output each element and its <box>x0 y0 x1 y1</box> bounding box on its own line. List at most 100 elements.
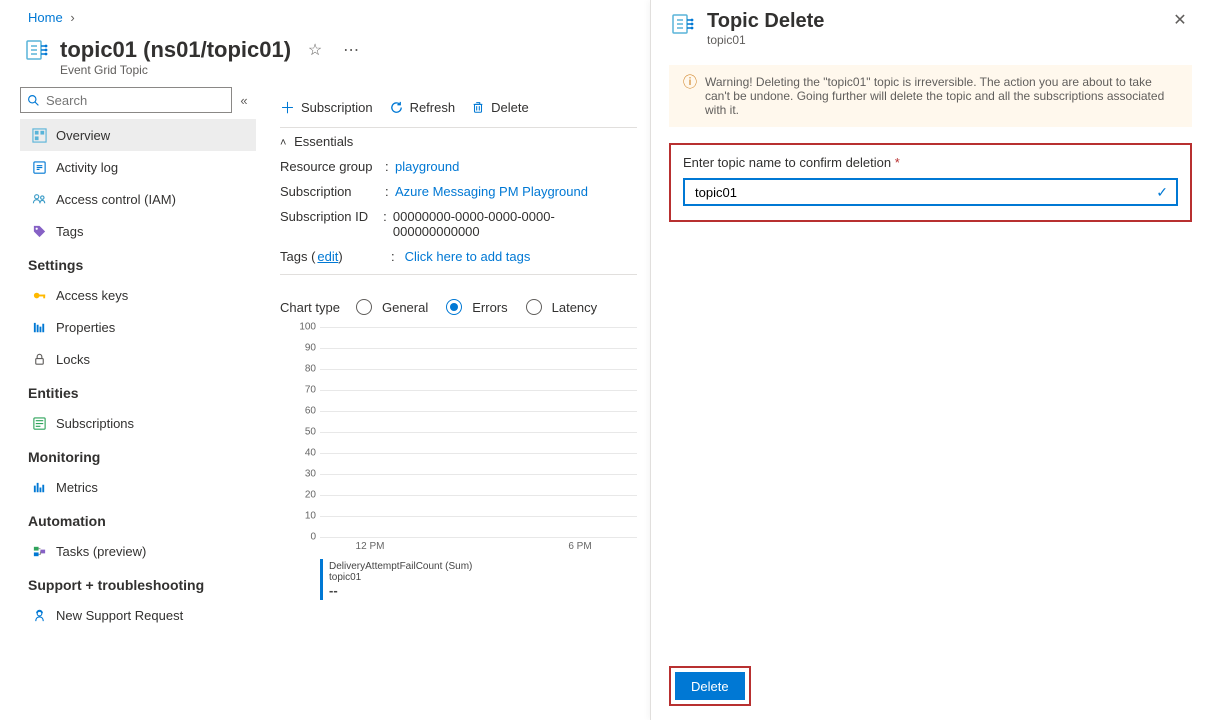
delete-button[interactable]: Delete <box>471 100 529 115</box>
sidebar-group-support: Support + troubleshooting <box>20 567 256 599</box>
chart: 0102030405060708090100 12 PM 6 PM Delive… <box>280 327 637 567</box>
tags-label: Tags <box>280 249 307 264</box>
essentials-label: Essentials <box>294 134 353 149</box>
refresh-button[interactable]: Refresh <box>389 100 456 115</box>
search-icon <box>27 94 40 107</box>
chart-gridline <box>320 327 637 328</box>
confirm-input-wrapper[interactable]: ✓ <box>683 178 1178 206</box>
collapse-sidebar-button[interactable]: « <box>232 93 256 108</box>
y-tick: 50 <box>280 427 316 438</box>
legend-series: DeliveryAttemptFailCount (Sum) <box>329 561 631 572</box>
sidebar-item-locks[interactable]: Locks <box>20 343 256 375</box>
tags-add-link[interactable]: Click here to add tags <box>405 249 531 264</box>
properties-icon <box>28 320 50 335</box>
sidebar-item-tasks[interactable]: Tasks (preview) <box>20 535 256 567</box>
chart-gridline <box>320 390 637 391</box>
close-button[interactable]: ✕ <box>1168 10 1192 30</box>
kv-label: Subscription ID <box>280 209 383 239</box>
chart-radio-general[interactable] <box>356 299 372 315</box>
sidebar-item-metrics[interactable]: Metrics <box>20 471 256 503</box>
chart-gridline <box>320 369 637 370</box>
y-tick: 80 <box>280 364 316 375</box>
page-title: topic01 (ns01/topic01) <box>60 37 291 63</box>
chevron-up-icon: ˄ <box>280 137 290 149</box>
warning-icon: ⓘ <box>683 75 697 117</box>
subscription-button[interactable]: ＋ Subscription <box>280 97 373 118</box>
topic-delete-panel: Topic Delete topic01 ✕ ⓘ Warning! Deleti… <box>650 0 1210 720</box>
chart-gridline <box>320 474 637 475</box>
chart-radio-errors[interactable] <box>446 299 462 315</box>
sidebar-item-label: Tags <box>50 224 83 239</box>
chart-gridline <box>320 432 637 433</box>
confirm-delete-button[interactable]: Delete <box>675 672 745 700</box>
metrics-icon <box>28 480 50 495</box>
kv-subscription-id: Subscription ID : 00000000-0000-0000-000… <box>280 199 637 239</box>
y-tick: 100 <box>280 322 316 333</box>
required-indicator: * <box>895 155 900 170</box>
more-button[interactable]: ⋯ <box>339 38 363 62</box>
breadcrumb-home[interactable]: Home <box>28 10 63 25</box>
sidebar-item-subscriptions[interactable]: Subscriptions <box>20 407 256 439</box>
search-input[interactable] <box>40 89 225 111</box>
y-tick: 30 <box>280 469 316 480</box>
x-tick: 12 PM <box>356 541 385 552</box>
x-tick: 6 PM <box>568 541 591 552</box>
sidebar-item-tags[interactable]: Tags <box>20 215 256 247</box>
access-control-icon <box>28 192 50 207</box>
legend-value: -- <box>329 583 631 598</box>
chart-gridline <box>320 516 637 517</box>
sidebar-item-label: Subscriptions <box>50 416 134 431</box>
activity-log-icon <box>28 160 50 175</box>
sidebar-item-overview[interactable]: Overview <box>20 119 256 151</box>
panel-title: Topic Delete <box>707 10 1168 33</box>
toolbar-label: Delete <box>491 100 529 115</box>
kv-resource-group: Resource group : playground <box>280 149 637 174</box>
y-tick: 90 <box>280 343 316 354</box>
subscription-link[interactable]: Azure Messaging PM Playground <box>395 184 588 199</box>
toolbar-label: Subscription <box>301 100 373 115</box>
radio-label[interactable]: General <box>382 300 440 315</box>
sidebar-group-entities: Entities <box>20 375 256 407</box>
sidebar-item-activity-log[interactable]: Activity log <box>20 151 256 183</box>
radio-label[interactable]: Errors <box>472 300 519 315</box>
chart-gridline <box>320 537 637 538</box>
sidebar-item-label: Access keys <box>50 288 128 303</box>
sidebar-item-label: Activity log <box>50 160 118 175</box>
page-header: topic01 (ns01/topic01) ☆ ⋯ <box>0 29 645 63</box>
sidebar: « Overview Activity log Access control (… <box>0 87 256 631</box>
subscriptions-icon <box>28 416 50 431</box>
sidebar-group-settings: Settings <box>20 247 256 279</box>
breadcrumb: Home › <box>0 6 645 29</box>
confirm-topic-name-input[interactable] <box>693 180 1156 204</box>
resource-group-link[interactable]: playground <box>395 159 459 174</box>
y-tick: 60 <box>280 406 316 417</box>
confirm-label: Enter topic name to confirm deletion * <box>683 155 1178 170</box>
sidebar-item-label: Access control (IAM) <box>50 192 176 207</box>
y-tick: 40 <box>280 448 316 459</box>
y-tick: 10 <box>280 511 316 522</box>
sidebar-item-new-support-request[interactable]: New Support Request <box>20 599 256 631</box>
chart-gridline <box>320 495 637 496</box>
radio-label[interactable]: Latency <box>552 300 610 315</box>
tags-edit-link[interactable]: edit <box>315 249 338 264</box>
warning-text: Warning! Deleting the "topic01" topic is… <box>705 75 1178 117</box>
kv-tags: Tags (edit) : Click here to add tags <box>280 239 637 275</box>
toolbar: ＋ Subscription Refresh Delete <box>280 87 637 127</box>
favorite-button[interactable]: ☆ <box>303 38 327 62</box>
y-tick: 20 <box>280 490 316 501</box>
sidebar-item-access-control[interactable]: Access control (IAM) <box>20 183 256 215</box>
y-tick: 0 <box>280 532 316 543</box>
sidebar-group-monitoring: Monitoring <box>20 439 256 471</box>
sidebar-item-access-keys[interactable]: Access keys <box>20 279 256 311</box>
event-grid-topic-icon <box>24 37 50 63</box>
search-input-wrapper[interactable] <box>20 87 232 113</box>
essentials-toggle[interactable]: ˄ Essentials <box>280 127 637 149</box>
subscription-id-value: 00000000-0000-0000-0000-000000000000 <box>393 209 637 239</box>
trash-icon <box>471 100 485 114</box>
chart-radio-latency[interactable] <box>526 299 542 315</box>
sidebar-item-label: Tasks (preview) <box>50 544 146 559</box>
chart-legend: DeliveryAttemptFailCount (Sum) topic01 -… <box>320 559 637 600</box>
overview-icon <box>28 128 50 143</box>
panel-subtitle: topic01 <box>707 33 1168 47</box>
sidebar-item-properties[interactable]: Properties <box>20 311 256 343</box>
